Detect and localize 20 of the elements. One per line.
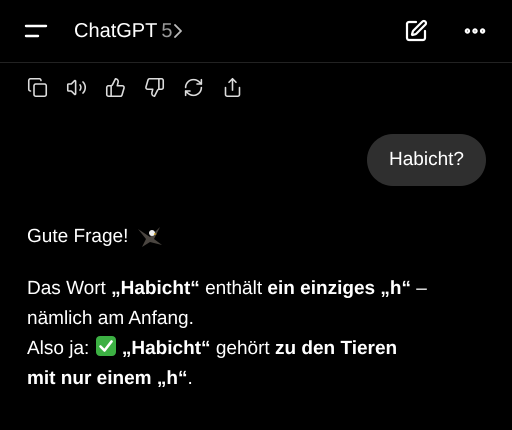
new-chat-icon[interactable]: [404, 19, 428, 43]
conclusion-end: mit nur einem „h“.: [27, 367, 194, 391]
eagle-icon: [136, 225, 164, 249]
menu-icon[interactable]: [24, 24, 48, 38]
copy-icon[interactable]: [27, 77, 48, 98]
conclusion-text: „Habicht“ gehört zu den Tieren: [122, 338, 398, 359]
conclusion-lead: Also ja:: [27, 338, 90, 359]
model-version: 5: [161, 19, 172, 44]
chevron-icon: [174, 24, 182, 38]
app-title: ChatGPT: [74, 19, 158, 44]
share-icon[interactable]: [222, 77, 243, 98]
model-selector[interactable]: ChatGPT 5: [74, 16, 182, 46]
reply-paragraph: Das Wort „Habicht“ enthält ein einziges „h“ – nämlich am Anfang.: [27, 277, 428, 331]
thumbs-up-icon[interactable]: [105, 77, 126, 98]
check-icon: [94, 335, 117, 357]
speaker-icon[interactable]: [66, 77, 87, 98]
reply-greeting: Gute Frage!: [27, 225, 128, 249]
refresh-icon[interactable]: [183, 77, 204, 98]
user-message-bubble: Habicht?: [367, 134, 486, 186]
thumbs-down-icon[interactable]: [144, 77, 165, 98]
